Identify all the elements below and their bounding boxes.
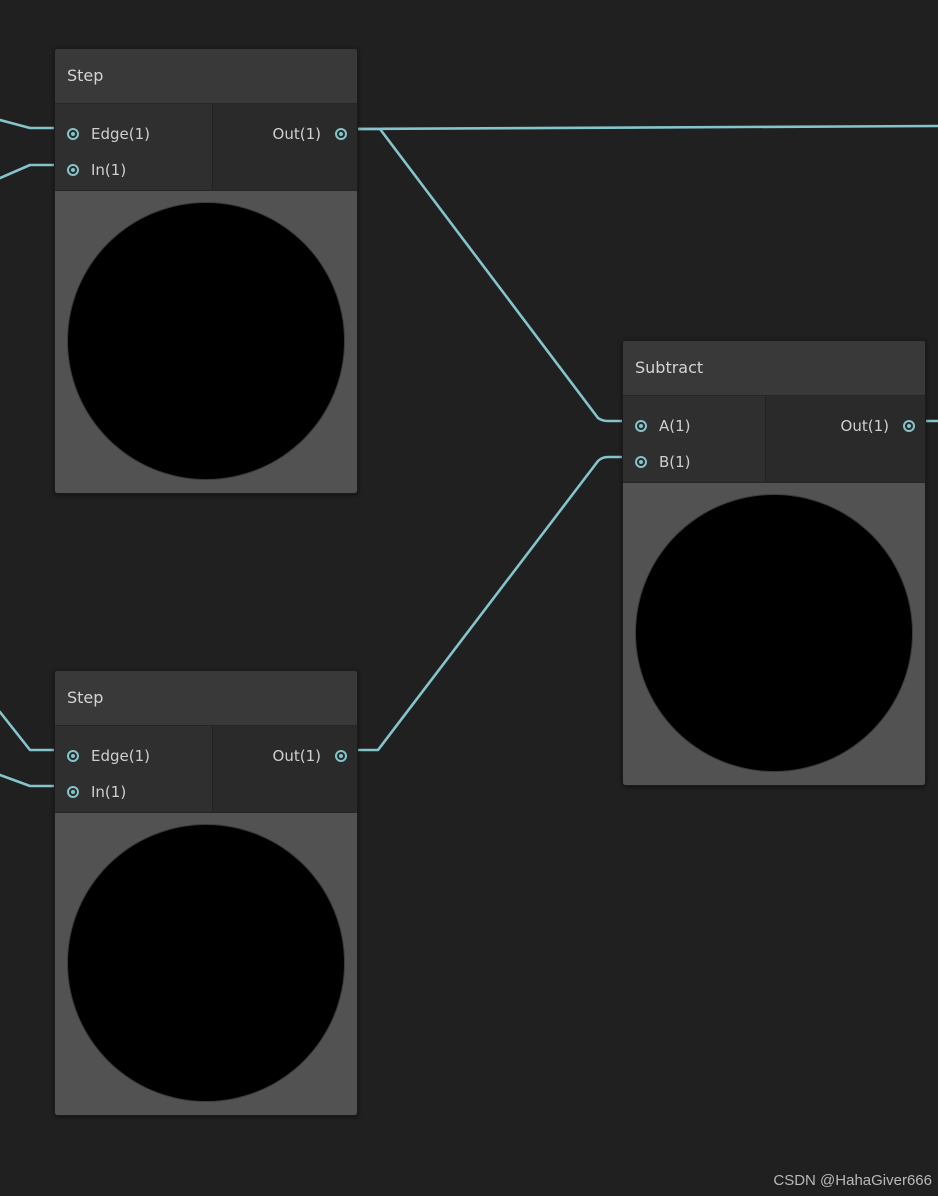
- preview-sphere: [68, 203, 344, 479]
- output-ports: Out(1): [766, 396, 925, 482]
- wire-step-bottom-out-to-subtract-b: [344, 455, 634, 752]
- port-connector-icon[interactable]: [67, 164, 79, 176]
- preview-sphere: [68, 825, 344, 1101]
- port-label: Out(1): [272, 125, 321, 143]
- wire-step-top-out-to-subtract-a: [344, 127, 634, 423]
- node-title[interactable]: Step: [55, 671, 357, 726]
- port-label: B(1): [659, 453, 691, 471]
- port-label: Out(1): [272, 747, 321, 765]
- port-label: In(1): [91, 161, 127, 179]
- watermark-text: CSDN @HahaGiver666: [773, 1172, 932, 1189]
- port-label: Out(1): [840, 417, 889, 435]
- subtract-node[interactable]: Subtract A(1) B(1) Out(1): [622, 340, 926, 786]
- node-title[interactable]: Step: [55, 49, 357, 104]
- wire-step-top-out-to-right: [344, 124, 938, 131]
- node-ports: Edge(1) In(1) Out(1): [55, 104, 357, 191]
- node-preview: [55, 813, 357, 1115]
- output-ports: Out(1): [213, 726, 357, 812]
- input-ports: Edge(1) In(1): [55, 726, 213, 812]
- step-node-top[interactable]: Step Edge(1) In(1) Out(1): [54, 48, 358, 494]
- shader-graph-canvas[interactable]: Step Edge(1) In(1) Out(1) Step Edge(1) I…: [0, 0, 938, 1196]
- preview-sphere: [636, 495, 912, 771]
- port-connector-icon[interactable]: [635, 420, 647, 432]
- port-out-output[interactable]: Out(1): [766, 414, 925, 438]
- port-label: A(1): [659, 417, 691, 435]
- input-ports: Edge(1) In(1): [55, 104, 213, 190]
- port-connector-icon[interactable]: [67, 750, 79, 762]
- node-title[interactable]: Subtract: [623, 341, 925, 396]
- step-node-bottom[interactable]: Step Edge(1) In(1) Out(1): [54, 670, 358, 1116]
- port-connector-icon[interactable]: [335, 128, 347, 140]
- port-connector-icon[interactable]: [903, 420, 915, 432]
- port-out-output[interactable]: Out(1): [213, 122, 357, 146]
- port-label: In(1): [91, 783, 127, 801]
- port-connector-icon[interactable]: [67, 128, 79, 140]
- node-ports: Edge(1) In(1) Out(1): [55, 726, 357, 813]
- wire-to-step-bottom-edge: [0, 710, 64, 752]
- port-label: Edge(1): [91, 125, 150, 143]
- port-connector-icon[interactable]: [635, 456, 647, 468]
- wire-to-step-bottom-in: [0, 773, 64, 788]
- node-ports: A(1) B(1) Out(1): [623, 396, 925, 483]
- node-preview: [623, 483, 925, 785]
- wire-to-step-top-in: [0, 163, 64, 180]
- port-connector-icon[interactable]: [67, 786, 79, 798]
- port-connector-icon[interactable]: [335, 750, 347, 762]
- output-ports: Out(1): [213, 104, 357, 190]
- wire-to-step-top-edge: [0, 118, 64, 130]
- port-label: Edge(1): [91, 747, 150, 765]
- node-preview: [55, 191, 357, 493]
- port-out-output[interactable]: Out(1): [213, 744, 357, 768]
- input-ports: A(1) B(1): [623, 396, 766, 482]
